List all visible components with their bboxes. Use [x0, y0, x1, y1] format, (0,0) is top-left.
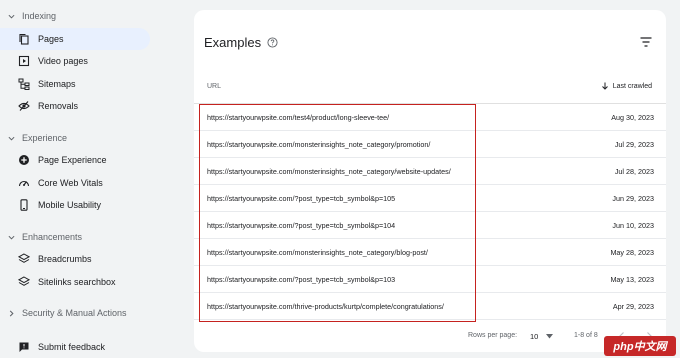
row-url[interactable]: https://startyourwpsite.com/monsterinsig… [207, 140, 430, 149]
section-security-manual-actions[interactable]: Security & Manual Actions [0, 303, 127, 323]
rows-per-page-select[interactable]: 10 [530, 332, 554, 341]
dropdown-arrow-icon [546, 334, 554, 339]
sidebar-item-sitemaps[interactable]: Sitemaps [0, 73, 150, 95]
sidebar-item-label: Core Web Vitals [38, 178, 103, 188]
examples-title: Examples [204, 35, 278, 50]
sidebar-item-page-experience[interactable]: Page Experience [0, 149, 150, 171]
rows-per-page-value: 10 [530, 332, 539, 341]
table-row[interactable]: https://startyourwpsite.com/test4/produc… [194, 104, 666, 131]
table-row[interactable]: https://startyourwpsite.com/?post_type=t… [194, 212, 666, 239]
pages-icon [17, 32, 31, 46]
column-header-last-crawled[interactable]: Last crawled [601, 82, 652, 90]
section-experience[interactable]: Experience [0, 128, 67, 148]
row-date: May 28, 2023 [610, 248, 654, 257]
row-url[interactable]: https://startyourwpsite.com/?post_type=t… [207, 221, 395, 230]
sidebar-item-pages[interactable]: Pages [0, 28, 150, 50]
column-header-url: URL [207, 83, 222, 90]
table-row[interactable]: https://startyourwpsite.com/thrive-produ… [194, 293, 666, 320]
page-experience-icon [17, 153, 31, 167]
row-date: Jul 29, 2023 [614, 140, 654, 149]
row-url[interactable]: https://startyourwpsite.com/monsterinsig… [207, 167, 451, 176]
section-label: Experience [22, 133, 68, 143]
sidebar: Indexing Pages Video pages Sitemaps Remo… [0, 0, 158, 358]
table-row[interactable]: https://startyourwpsite.com/?post_type=t… [194, 266, 666, 293]
mobile-usability-icon [17, 198, 31, 212]
chevron-right-icon [0, 310, 22, 317]
watermark-text: php中文网 [613, 341, 667, 353]
breadcrumbs-icon [17, 252, 31, 266]
section-indexing[interactable]: Indexing [0, 6, 56, 26]
table-row[interactable]: https://startyourwpsite.com/monsterinsig… [194, 131, 666, 158]
filter-icon[interactable] [640, 37, 652, 47]
arrow-down-icon [601, 82, 608, 90]
row-date: Aug 30, 2023 [611, 113, 654, 122]
row-url[interactable]: https://startyourwpsite.com/?post_type=t… [207, 194, 395, 203]
submit-feedback-label: Submit feedback [38, 342, 106, 352]
row-date: Jun 10, 2023 [612, 221, 654, 230]
row-url[interactable]: https://startyourwpsite.com/monsterinsig… [207, 248, 428, 257]
row-url[interactable]: https://startyourwpsite.com/?post_type=t… [207, 275, 395, 284]
row-date: Jul 28, 2023 [614, 167, 654, 176]
sitemaps-icon [17, 77, 31, 91]
section-label: Security & Manual Actions [22, 308, 127, 318]
sitelinks-searchbox-icon [17, 275, 31, 289]
table-row[interactable]: https://startyourwpsite.com/monsterinsig… [194, 239, 666, 266]
rows-per-page-label: Rows per page: [468, 332, 518, 339]
chevron-down-icon [0, 135, 22, 142]
table-row[interactable]: https://startyourwpsite.com/monsterinsig… [194, 158, 666, 185]
examples-title-text: Examples [204, 35, 262, 50]
chevron-down-icon [0, 13, 22, 20]
sidebar-item-sitelinks-searchbox[interactable]: Sitelinks searchbox [0, 271, 150, 293]
sidebar-item-label: Sitemaps [38, 79, 76, 89]
sidebar-item-core-web-vitals[interactable]: Core Web Vitals [0, 172, 150, 194]
pagination-range: 1-8 of 8 [574, 332, 598, 339]
sidebar-item-mobile-usability[interactable]: Mobile Usability [0, 194, 150, 216]
column-header-label: Last crawled [612, 82, 652, 90]
sidebar-item-label: Page Experience [38, 155, 107, 165]
sidebar-item-label: Video pages [38, 56, 88, 66]
video-pages-icon [17, 54, 31, 68]
section-enhancements[interactable]: Enhancements [0, 227, 82, 247]
row-date: May 13, 2023 [610, 275, 654, 284]
core-web-vitals-icon [17, 176, 31, 190]
feedback-icon [17, 340, 31, 354]
examples-card: Examples URL Last crawled https://starty… [194, 10, 666, 352]
sidebar-item-label: Sitelinks searchbox [38, 277, 116, 287]
section-label: Indexing [22, 11, 57, 21]
sidebar-item-video-pages[interactable]: Video pages [0, 50, 150, 72]
sidebar-item-breadcrumbs[interactable]: Breadcrumbs [0, 248, 150, 270]
removals-icon [17, 99, 31, 113]
chevron-down-icon [0, 234, 22, 241]
sidebar-item-label: Breadcrumbs [38, 254, 92, 264]
submit-feedback-button[interactable]: Submit feedback [0, 336, 150, 358]
watermark-logo: php中文网 [604, 336, 676, 356]
sidebar-item-label: Pages [38, 34, 64, 44]
sidebar-item-removals[interactable]: Removals [0, 95, 150, 117]
row-url[interactable]: https://startyourwpsite.com/thrive-produ… [207, 302, 444, 311]
sidebar-item-label: Removals [38, 101, 79, 111]
help-icon[interactable] [267, 37, 278, 48]
sidebar-item-label: Mobile Usability [38, 200, 102, 210]
section-label: Enhancements [22, 232, 83, 242]
row-date: Apr 29, 2023 [612, 302, 654, 311]
table-row[interactable]: https://startyourwpsite.com/?post_type=t… [194, 185, 666, 212]
row-date: Jun 29, 2023 [612, 194, 654, 203]
row-url[interactable]: https://startyourwpsite.com/test4/produc… [207, 113, 389, 122]
